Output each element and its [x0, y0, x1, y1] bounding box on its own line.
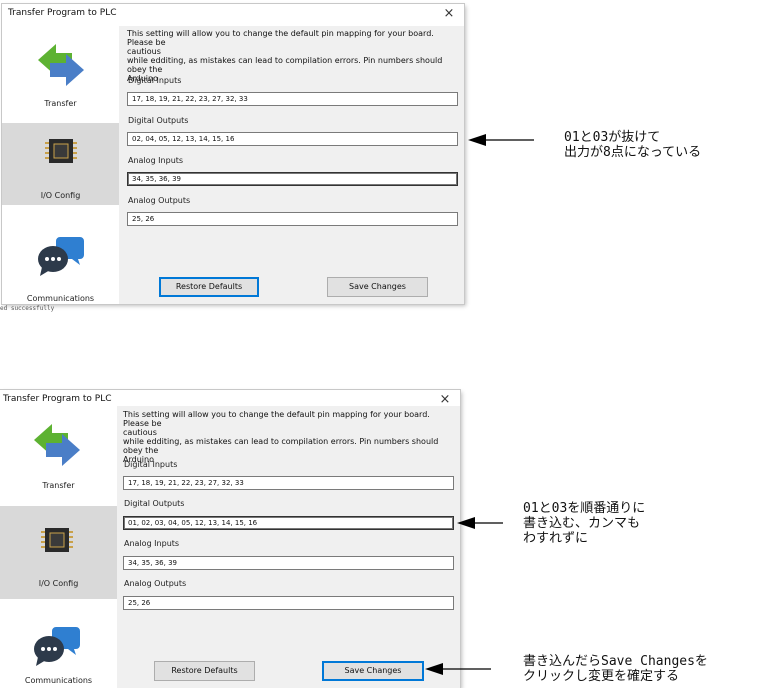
transfer-dialog-after: Transfer Program to PLC × Transfer I/O C…: [0, 390, 460, 688]
sidebar-item-io-config[interactable]: I/O Config: [2, 123, 119, 205]
digital-inputs-field[interactable]: 17, 18, 19, 21, 22, 23, 27, 32, 33: [123, 476, 454, 490]
description-text: This setting will allow you to change th…: [123, 410, 453, 464]
annotation-note-2: 01と03を順番通りに 書き込む、カンマも わすれずに: [523, 501, 646, 546]
annotation-arrow-3: [425, 663, 491, 675]
annotation-note-3: 書き込んだらSave Changesを クリックし変更を確定する: [523, 654, 708, 684]
digital-inputs-label: Digital Inputs: [128, 76, 182, 85]
digital-outputs-label: Digital Outputs: [124, 499, 185, 508]
sidebar-item-communications[interactable]: Communications: [2, 205, 119, 304]
sidebar-item-communications[interactable]: Communications: [0, 599, 117, 688]
sidebar-item-label: Transfer: [44, 99, 77, 108]
analog-outputs-field[interactable]: 25, 26: [123, 596, 454, 610]
annotation-arrow-2: [457, 517, 503, 529]
transfer-arrows-icon: [34, 424, 80, 466]
close-button[interactable]: ×: [442, 7, 456, 21]
title-bar: Transfer Program to PLC ×: [2, 4, 464, 27]
dialog-title: Transfer Program to PLC: [8, 8, 117, 18]
restore-defaults-button[interactable]: Restore Defaults: [154, 661, 255, 681]
sidebar-item-transfer[interactable]: Transfer: [0, 406, 117, 506]
sidebar-item-io-config[interactable]: I/O Config: [0, 506, 117, 599]
analog-outputs-label: Analog Outputs: [128, 196, 191, 205]
io-config-panel: This setting will allow you to change th…: [117, 406, 460, 688]
chat-bubbles-icon: [38, 237, 84, 276]
close-button[interactable]: ×: [438, 393, 452, 407]
dialog-title: Transfer Program to PLC: [3, 394, 112, 404]
analog-outputs-label: Analog Outputs: [124, 579, 187, 588]
annotation-arrow-1: [468, 134, 534, 146]
status-text: ed successfully: [0, 305, 55, 312]
sidebar-item-label: Communications: [26, 294, 95, 303]
chip-icon: [45, 139, 77, 163]
description-line: cautious: [123, 428, 157, 437]
description-line: while edditing, as mistakes can lead to …: [123, 437, 439, 455]
chat-bubbles-icon: [34, 627, 80, 666]
sidebar-item-transfer[interactable]: Transfer: [2, 26, 119, 123]
digital-outputs-field[interactable]: 01, 02, 03, 04, 05, 12, 13, 14, 15, 16: [123, 516, 454, 530]
analog-inputs-field[interactable]: 34, 35, 36, 39: [127, 172, 458, 186]
analog-inputs-label: Analog Inputs: [124, 539, 180, 548]
save-changes-button[interactable]: Save Changes: [327, 277, 428, 297]
digital-inputs-field[interactable]: 17, 18, 19, 21, 22, 23, 27, 32, 33: [127, 92, 458, 106]
description-line: cautious: [127, 47, 161, 56]
save-changes-button[interactable]: Save Changes: [322, 661, 424, 681]
description-text: This setting will allow you to change th…: [127, 29, 457, 83]
sidebar: Transfer I/O Config Communications: [0, 406, 117, 688]
annotation-note-1: 01と03が抜けて 出力が8点になっている: [564, 130, 702, 160]
transfer-dialog-before: Transfer Program to PLC × Transfer I/O C…: [2, 4, 464, 304]
restore-defaults-button[interactable]: Restore Defaults: [159, 277, 259, 297]
sidebar-item-label: Communications: [24, 676, 93, 685]
digital-outputs-label: Digital Outputs: [128, 116, 189, 125]
digital-inputs-label: Digital Inputs: [124, 460, 178, 469]
sidebar: Transfer I/O Config Communications: [2, 26, 119, 304]
description-line: This setting will allow you to change th…: [127, 29, 434, 47]
analog-outputs-field[interactable]: 25, 26: [127, 212, 458, 226]
description-line: This setting will allow you to change th…: [123, 410, 430, 428]
transfer-arrows-icon: [38, 44, 84, 86]
chip-icon: [41, 528, 73, 552]
analog-inputs-label: Analog Inputs: [128, 156, 184, 165]
digital-outputs-field[interactable]: 02, 04, 05, 12, 13, 14, 15, 16: [127, 132, 458, 146]
io-config-panel: This setting will allow you to change th…: [119, 26, 464, 304]
description-line: while edditing, as mistakes can lead to …: [127, 56, 443, 74]
sidebar-item-label: I/O Config: [40, 191, 81, 200]
sidebar-item-label: Transfer: [42, 481, 75, 490]
analog-inputs-field[interactable]: 34, 35, 36, 39: [123, 556, 454, 570]
sidebar-item-label: I/O Config: [38, 579, 79, 588]
